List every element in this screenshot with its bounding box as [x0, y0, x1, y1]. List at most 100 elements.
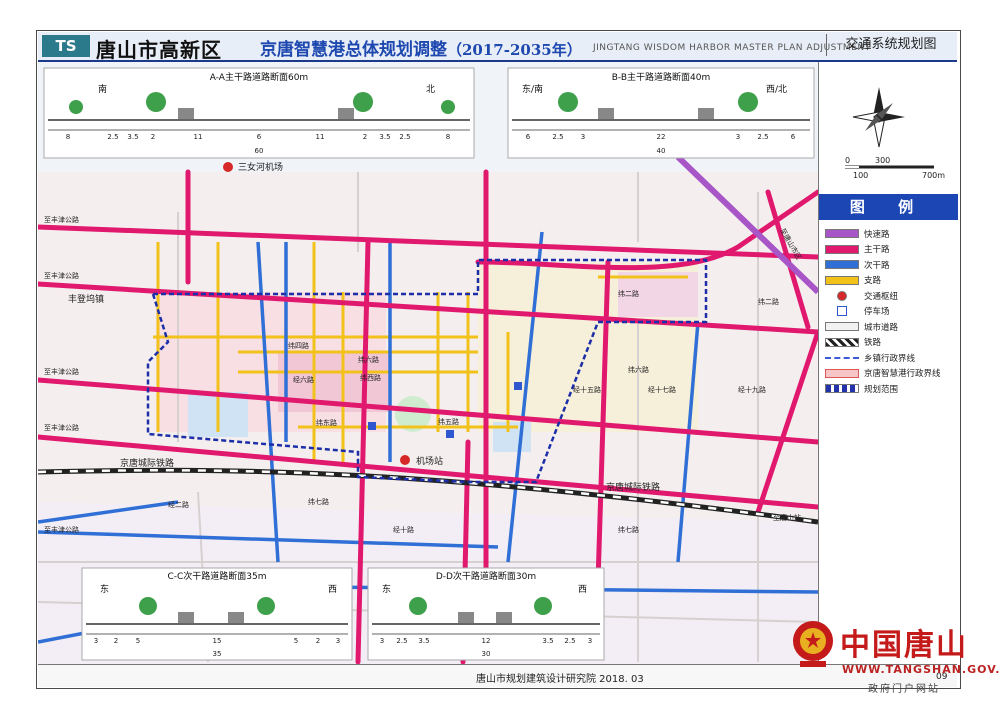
dim: 2	[363, 133, 367, 141]
legend-item-planning-scope: 规划范围	[825, 381, 955, 397]
section-cc-right: 西	[328, 584, 337, 595]
section-bb: B-B主干路道路断面40m 东/南 西/北 6 2.5 3 22 3 2.5 6…	[507, 67, 815, 159]
dim: 6	[791, 133, 796, 141]
railway-icon	[825, 337, 859, 347]
watermark-title: 中国唐山	[840, 628, 968, 663]
section-dd-total: 30	[482, 650, 491, 658]
airport-marker[interactable]	[223, 162, 233, 172]
dim: 2	[151, 133, 155, 141]
dim: 22	[657, 133, 666, 141]
dim: 11	[316, 133, 325, 141]
section-bb-title: B-B主干路道路断面40m	[612, 71, 711, 83]
section-bb-total: 40	[657, 147, 666, 155]
road-label: 经十路	[393, 525, 414, 534]
road-label: 纬六路	[358, 355, 379, 364]
dim: 5	[294, 637, 298, 645]
road-label: 至丰津公路	[44, 215, 79, 224]
road-label: 纬二路	[758, 297, 779, 306]
road-label: 纬五路	[438, 417, 459, 426]
road-label: 经十五路	[573, 385, 601, 394]
legend-item-city-road: 城市道路	[825, 319, 955, 335]
scale-tick: 0	[845, 156, 850, 165]
road-label: 纬四路	[288, 341, 309, 350]
road-label: 经十七路	[648, 385, 676, 394]
road-label: 至唐山站	[773, 513, 801, 522]
road-label: 至丰津公路	[44, 423, 79, 432]
dim: 6	[526, 133, 531, 141]
legend-item-admin-boundary: 京唐智慧港行政界线	[825, 366, 955, 382]
legend-label: 支路	[864, 276, 882, 287]
legend-swatch	[825, 322, 859, 332]
plan-title-text: 京唐智慧港总体规划调整	[260, 40, 447, 60]
sheet-name: 交通系统规划图	[826, 34, 955, 56]
road-label: 经十九路	[738, 385, 766, 394]
airport-label: 三女河机场	[238, 161, 283, 173]
road-label: 纬东路	[316, 418, 337, 427]
legend-label: 乡镇行政界线	[864, 353, 916, 364]
road-label: 纬七路	[618, 525, 639, 534]
dim: 2.5	[552, 133, 563, 141]
section-cc-total: 35	[213, 650, 222, 658]
dim: 2	[316, 637, 320, 645]
road-label: 至丰津公路	[44, 271, 79, 280]
dim: 8	[66, 133, 70, 141]
dim: 2.5	[757, 133, 768, 141]
road-label: 纬二路	[618, 289, 639, 298]
title-bar: TS 唐山市高新区 京唐智慧港总体规划调整（2017-2035年） JINGTA…	[38, 32, 957, 62]
town-label: 丰登坞镇	[68, 293, 104, 305]
road-label: 纬七路	[308, 497, 329, 506]
road-label: 经六路	[293, 375, 314, 384]
legend-swatch	[825, 244, 859, 254]
section-dd-left: 东	[382, 583, 391, 595]
legend-swatch	[825, 368, 859, 378]
legend-swatch	[825, 229, 859, 239]
dim: 12	[482, 637, 491, 645]
dim: 5	[136, 637, 140, 645]
section-bb-right: 西/北	[766, 84, 787, 95]
road-label: 至丰津公路	[44, 367, 79, 376]
road-label: 纬西路	[360, 373, 381, 382]
legend-label: 铁路	[864, 338, 882, 349]
section-cc: C-C次干路道路断面35m 东 西 3 2 5 15 5 2 3 35	[81, 567, 353, 661]
national-emblem-icon	[793, 621, 833, 667]
dim: 6	[257, 133, 262, 141]
dim: 8	[446, 133, 450, 141]
legend-item-town-boundary: 乡镇行政界线	[825, 350, 955, 366]
scale-tick: 300	[875, 156, 890, 165]
dim: 3.5	[418, 637, 429, 645]
institute-logo: TS	[42, 35, 90, 57]
legend-label: 快速路	[864, 229, 890, 240]
map-area[interactable]: A-A主干路道路断面60m 南 北 8 2.5 3.5 2 11 6 11 2 …	[38, 62, 818, 664]
dim: 11	[194, 133, 203, 141]
road-map[interactable]: A-A主干路道路断面60m 南 北 8 2.5 3.5 2 11 6 11 2 …	[38, 62, 818, 664]
legend-item-branch-road: 支路	[825, 273, 955, 289]
legend-label: 停车场	[864, 307, 890, 318]
legend-label: 规划范围	[864, 384, 899, 395]
road-label: 至丰津公路	[44, 525, 79, 534]
legend-swatch	[825, 260, 859, 270]
station-marker[interactable]	[400, 455, 410, 465]
section-aa-left: 南	[98, 83, 107, 95]
section-aa-title: A-A主干路道路断面60m	[210, 71, 308, 83]
road-label: 纬六路	[628, 365, 649, 374]
scale-tick: 100	[853, 171, 868, 180]
legend-label: 城市道路	[864, 322, 899, 333]
legend-item-main-road: 主干路	[825, 242, 955, 258]
section-dd: D-D次干路道路断面30m 东 西 3 2.5 3.5 12 3.5 2.5 3…	[367, 567, 605, 661]
dim: 3	[336, 637, 340, 645]
dim: 2	[114, 637, 118, 645]
section-cc-title: C-C次干路道路断面35m	[167, 570, 266, 582]
district-name: 唐山市高新区	[96, 38, 222, 62]
legend-label: 京唐智慧港行政界线	[864, 369, 941, 380]
parking-icon	[837, 306, 847, 317]
scale-tick: 700m	[922, 171, 945, 180]
section-bb-left: 东/南	[522, 83, 543, 95]
legend-label: 主干路	[864, 245, 890, 256]
dim: 2.5	[564, 637, 575, 645]
legend-panel: 0 100 300 700m 图 例 快速路 主干路 次干路 支路 交通枢纽 停…	[818, 62, 958, 664]
station-label: 机场站	[416, 455, 443, 467]
section-cc-left: 东	[100, 583, 109, 595]
dim: 2.5	[399, 133, 410, 141]
legend-list: 快速路 主干路 次干路 支路 交通枢纽 停车场 城市道路 铁路 乡镇行政界线 京…	[825, 226, 955, 397]
legend-label: 交通枢纽	[864, 291, 899, 302]
